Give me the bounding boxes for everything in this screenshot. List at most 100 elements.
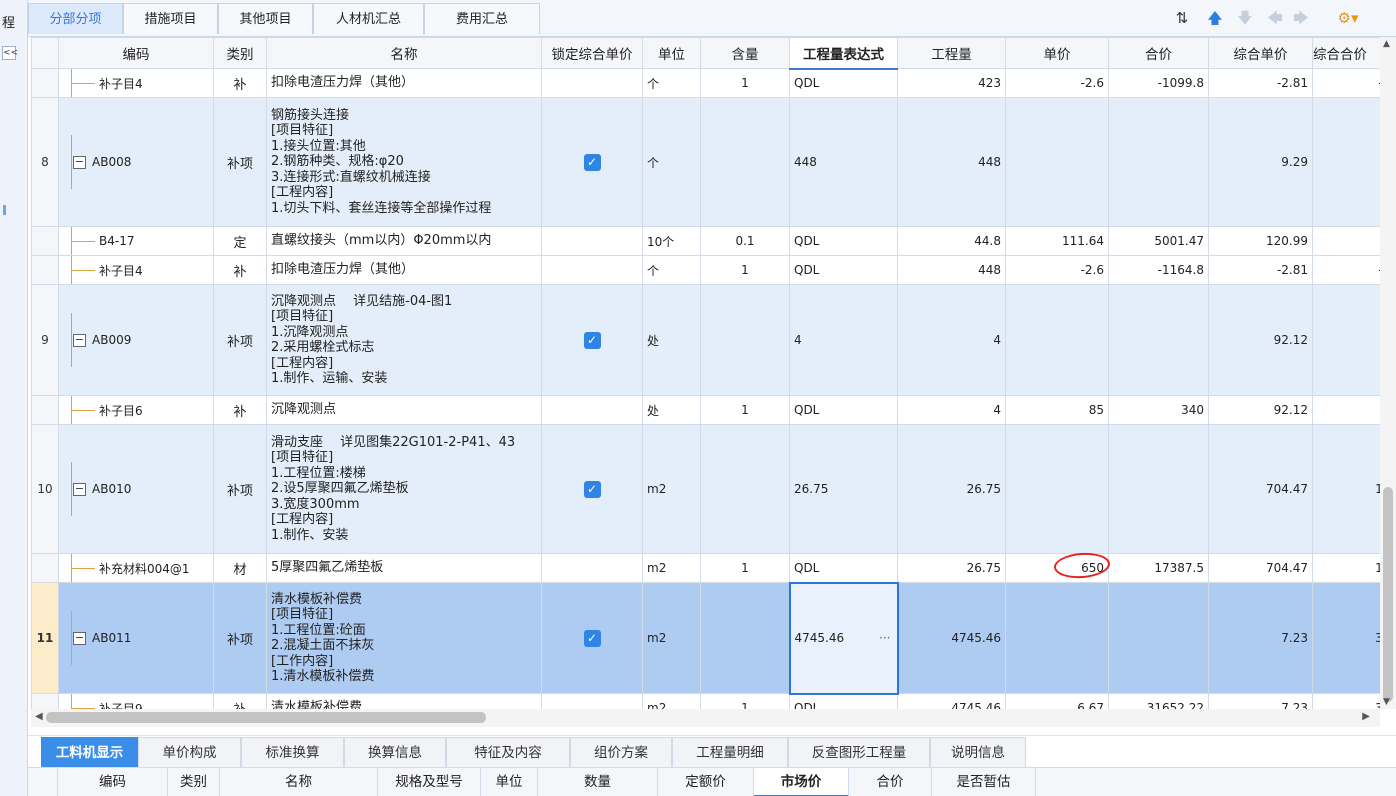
cell-composite-price[interactable]: 92.12	[1208, 395, 1313, 425]
cell-category[interactable]: 补	[213, 693, 267, 709]
bottom-col-spec[interactable]: 规格及型号	[378, 768, 481, 796]
cell-quantity[interactable]: 44.8	[897, 226, 1006, 256]
grid-sub-row[interactable]: B4-17 定直螺纹接头（mm以内）Φ20mm以内 10个 0.1 QDL 44.8 111…	[31, 226, 1380, 256]
collapse-toggle-icon[interactable]: −	[73, 156, 86, 169]
tab-gongliaoji[interactable]: 工料机显示	[41, 737, 138, 768]
cell-composite-price[interactable]: 9.29	[1208, 97, 1313, 227]
cell-unit[interactable]: 个	[642, 97, 701, 227]
cell-code[interactable]: − AB011	[58, 582, 214, 694]
cell-category[interactable]: 补	[213, 395, 267, 425]
cell-expression[interactable]: QDL	[789, 693, 898, 709]
cell-expression[interactable]: QDL	[789, 553, 898, 583]
tab-fancha-tuxing[interactable]: 反查图形工程量	[788, 737, 930, 768]
cell-quantity[interactable]: 423	[897, 68, 1006, 98]
cell-content[interactable]: 1	[700, 255, 790, 285]
grid-sub-row[interactable]: 补充材料004@1 材 5厚聚四氟乙烯垫板 m2 1 QDL 26.75 650 17387.5…	[31, 553, 1380, 583]
col-header-unit[interactable]: 单位	[642, 37, 701, 69]
cell-content[interactable]	[700, 284, 790, 396]
cell-unit-price[interactable]	[1005, 424, 1109, 554]
move-right-icon[interactable]: 🡆	[1292, 8, 1310, 28]
cell-quantity[interactable]: 4745.46	[897, 693, 1006, 709]
bottom-col-quota-price[interactable]: 定额价	[658, 768, 754, 796]
cell-code[interactable]: 补子目6	[58, 395, 214, 425]
settings-icon[interactable]: ⚙▾	[1334, 8, 1362, 28]
cell-name[interactable]: 5厚聚四氟乙烯垫板	[266, 553, 542, 583]
cell-name[interactable]: 清水模板补偿费 [项目特征] 1.工程位置:砼面 2.混凝土面不抹灰 [工作内容…	[266, 582, 542, 694]
cell-unit[interactable]: m2	[642, 553, 701, 583]
cell-composite-total[interactable]: 3	[1312, 395, 1380, 425]
tab-fenbufenxiang[interactable]: 分部分项	[28, 3, 123, 34]
cell-code[interactable]: − AB008	[58, 97, 214, 227]
tab-huansuan-xinxi[interactable]: 换算信息	[344, 737, 446, 768]
cell-code[interactable]: 补子目4	[58, 255, 214, 285]
cell-composite-total[interactable]: 343	[1312, 582, 1380, 694]
tab-tezheng-neirong[interactable]: 特征及内容	[446, 737, 570, 768]
cell-lock[interactable]	[541, 693, 643, 709]
cell-quantity[interactable]: 448	[897, 97, 1006, 227]
move-left-icon[interactable]: 🡄	[1266, 8, 1284, 28]
scroll-right-icon[interactable]: ▶	[1362, 711, 1370, 722]
cell-total[interactable]: 5001.47	[1108, 226, 1209, 256]
cell-unit-price[interactable]: -2.6	[1005, 68, 1109, 98]
cell-content[interactable]	[700, 97, 790, 227]
cell-name[interactable]: 扣除电渣压力焊（其他）	[266, 255, 542, 285]
grid-sub-row[interactable]: 补子目6 补沉降观测点 处1 QDL 48534092.123	[31, 395, 1380, 425]
scroll-up-icon[interactable]: ▲	[1383, 39, 1390, 49]
move-top-icon[interactable]: 🡅	[1206, 8, 1224, 28]
cell-total[interactable]: 340	[1108, 395, 1209, 425]
bottom-col-code[interactable]: 编码	[58, 768, 168, 796]
cell-unit[interactable]: m2	[642, 424, 701, 554]
lock-checkbox[interactable]: ✓	[583, 331, 601, 349]
tab-shuoming-xinxi[interactable]: 说明信息	[930, 737, 1026, 768]
tab-gongchengliang-mingxi[interactable]: 工程量明细	[672, 737, 788, 768]
cell-total[interactable]: -1164.8	[1108, 255, 1209, 285]
cell-content[interactable]: 0.1	[700, 226, 790, 256]
vertical-scroll-thumb[interactable]	[1383, 487, 1393, 702]
tab-biaozhun-huansuan[interactable]: 标准换算	[241, 737, 344, 768]
collapse-panel-button[interactable]: <<	[2, 46, 18, 60]
grid-sub-row[interactable]: 补子目9 补清水模板补偿费 m21 QDL 4745.466.6731652.227.2…	[31, 693, 1380, 709]
cell-total[interactable]	[1108, 582, 1209, 694]
grid-row[interactable]: 10− AB010 补项 滑动支座 详见图集22G101-2-P41、43 [项目特征…	[31, 424, 1380, 554]
col-header-category[interactable]: 类别	[213, 37, 267, 69]
cell-unit-price[interactable]: 85	[1005, 395, 1109, 425]
col-header-unit-price[interactable]: 单价	[1005, 37, 1109, 69]
cell-expression[interactable]: QDL	[789, 255, 898, 285]
col-header-composite-total[interactable]: 综合合价	[1312, 37, 1380, 69]
cell-unit-price[interactable]: 6.67	[1005, 693, 1109, 709]
vertical-scrollbar[interactable]: ▲ ▼	[1380, 37, 1396, 709]
cell-lock[interactable]	[541, 395, 643, 425]
cell-composite-price[interactable]: 704.47	[1208, 424, 1313, 554]
tab-rencaiji-huizong[interactable]: 人材机汇总	[313, 3, 424, 34]
cell-category[interactable]: 定	[213, 226, 267, 256]
grid-row[interactable]: 8− AB008 补项 钢筋接头连接 [项目特征] 1.接头位置:其他 2.钢筋种类、…	[31, 97, 1380, 227]
cell-quantity[interactable]: 4	[897, 395, 1006, 425]
cell-composite-price[interactable]: 120.99	[1208, 226, 1313, 256]
bottom-col-market-price[interactable]: 市场价	[754, 768, 849, 796]
cell-lock[interactable]: ✓	[541, 97, 643, 227]
sort-icon[interactable]: ⇅	[1173, 8, 1191, 28]
cell-expression[interactable]: 448	[789, 97, 898, 227]
cell-composite-price[interactable]: -2.81	[1208, 68, 1313, 98]
cell-category[interactable]: 补项	[213, 284, 267, 396]
cell-category[interactable]: 补项	[213, 424, 267, 554]
cell-code[interactable]: − AB010	[58, 424, 214, 554]
cell-lock[interactable]	[541, 226, 643, 256]
cell-composite-price[interactable]: -2.81	[1208, 255, 1313, 285]
cell-lock[interactable]	[541, 68, 643, 98]
col-header-quantity[interactable]: 工程量	[897, 37, 1006, 69]
cell-unit-price[interactable]	[1005, 97, 1109, 227]
cell-composite-price[interactable]: 7.23	[1208, 582, 1313, 694]
col-header-name[interactable]: 名称	[266, 37, 542, 69]
bottom-col-total[interactable]: 合价	[849, 768, 932, 796]
cell-lock[interactable]	[541, 255, 643, 285]
cell-composite-total[interactable]: 41	[1312, 97, 1380, 227]
cell-lock[interactable]	[541, 553, 643, 583]
bottom-col-unit[interactable]: 单位	[481, 768, 538, 796]
cell-unit-price[interactable]: -2.6	[1005, 255, 1109, 285]
cell-composite-total[interactable]: 343	[1312, 693, 1380, 709]
col-header-total[interactable]: 合价	[1108, 37, 1209, 69]
col-header-content[interactable]: 含量	[700, 37, 790, 69]
move-down-icon[interactable]: 🡇	[1236, 8, 1254, 28]
cell-unit[interactable]: m2	[642, 693, 701, 709]
